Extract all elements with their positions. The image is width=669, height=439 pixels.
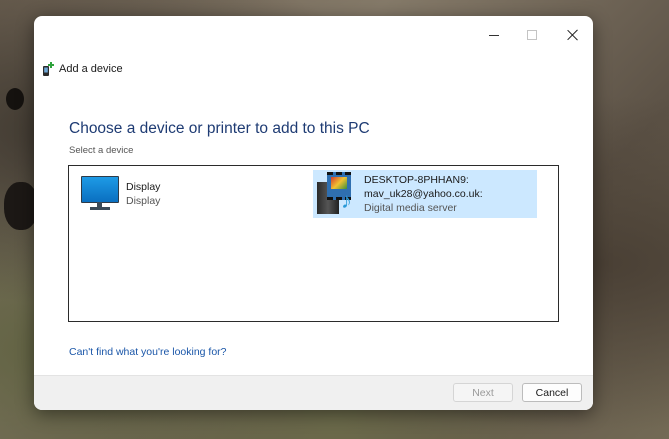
device-item-media-server[interactable]: ♪ DESKTOP-8PHHAN9: mav_uk28@yahoo.co.uk:…: [313, 170, 537, 218]
cancel-button[interactable]: Cancel: [522, 383, 582, 402]
minimize-icon: [489, 34, 499, 36]
add-device-dialog: Add a device Choose a device or printer …: [34, 16, 593, 410]
close-button[interactable]: [553, 16, 593, 54]
dialog-footer: Next Cancel: [34, 375, 593, 410]
device-list[interactable]: Display Display ♪ DESKTOP-8PHHAN9: mav_u…: [68, 165, 559, 322]
wallpaper-bear-nose: [4, 182, 38, 230]
media-server-icon: ♪: [317, 172, 357, 216]
close-icon: [567, 29, 579, 41]
cant-find-device-link[interactable]: Can't find what you're looking for?: [69, 346, 227, 358]
dialog-title-bar: Add a device: [42, 60, 123, 78]
minimize-button[interactable]: [474, 16, 514, 54]
maximize-button[interactable]: [512, 16, 552, 54]
wallpaper-bear-eye: [6, 88, 24, 110]
device-type: Display: [126, 195, 161, 207]
device-name-line2: mav_uk28@yahoo.co.uk:: [364, 188, 483, 200]
add-device-icon: [42, 61, 54, 77]
page-subheading: Select a device: [69, 145, 134, 156]
device-item-display[interactable]: Display Display: [81, 176, 160, 212]
device-type: Digital media server: [364, 202, 457, 214]
dialog-title: Add a device: [59, 63, 123, 75]
next-button[interactable]: Next: [453, 383, 513, 402]
device-name: Display: [126, 181, 161, 193]
maximize-icon: [527, 30, 537, 40]
page-heading: Choose a device or printer to add to thi…: [69, 120, 370, 137]
monitor-icon: [81, 176, 119, 212]
device-name-line1: DESKTOP-8PHHAN9:: [364, 174, 469, 186]
